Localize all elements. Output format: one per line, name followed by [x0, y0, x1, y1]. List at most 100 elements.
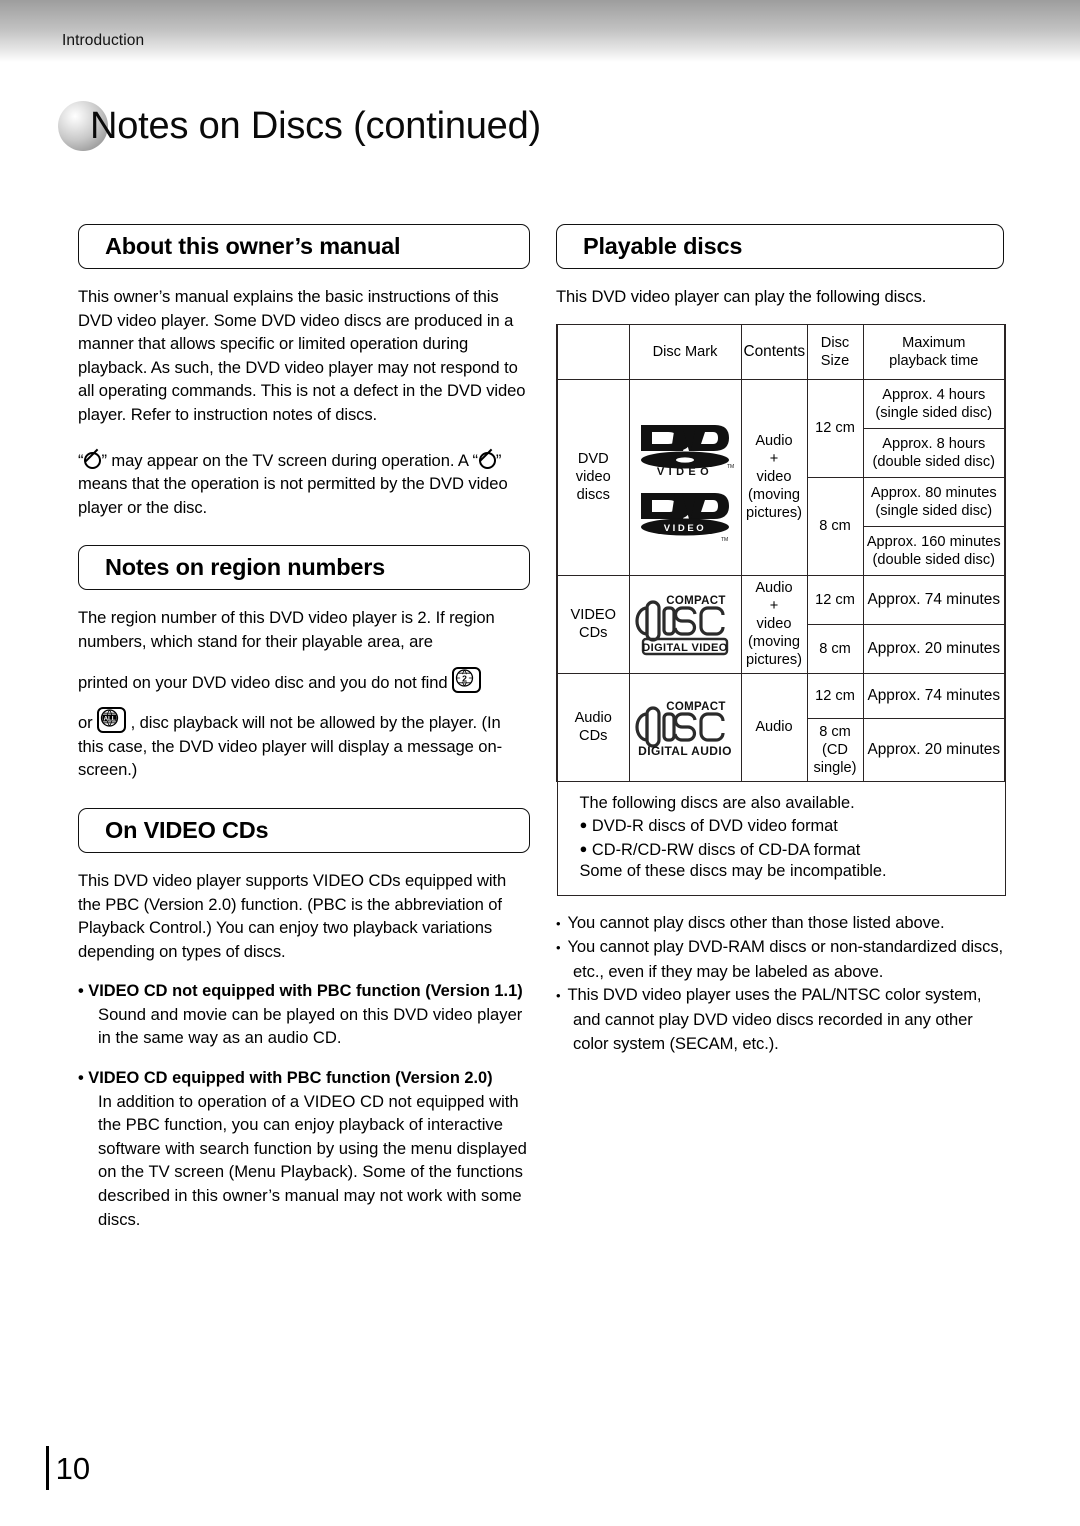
- disc-size-12cm: 12 cm: [806, 672, 864, 719]
- list-item: You cannot play DVD-RAM discs or non-sta…: [556, 935, 1004, 983]
- region-numbers-text-c-block: or ALL , disc playback will not be allow…: [78, 707, 530, 782]
- svg-text:2: 2: [462, 673, 467, 683]
- row-label-line1: Audio: [574, 710, 612, 727]
- time-line1: Approx. 160 minutes: [866, 533, 1001, 550]
- footer-note-line3-wrap: ● CD-R/CD-RW discs of CD-DA format: [580, 838, 1005, 862]
- table-row: VIDEO CDs COMPACT DIGITAL VIDEO Audio + …: [556, 574, 1006, 674]
- disc-size-12cm: 12 cm: [806, 378, 864, 478]
- contents-line1: Audio: [755, 580, 793, 597]
- list-item: You cannot play discs other than those l…: [556, 911, 1004, 936]
- region-numbers-text-b: printed on your DVD video disc and you d…: [78, 672, 448, 692]
- row-label-line2: video: [575, 469, 611, 486]
- running-header-label: Introduction: [62, 32, 145, 49]
- compact-disc-digital-audio-logo-icon: COMPACT DIGITAL AUDIO: [628, 672, 742, 782]
- playback-time-cell: Approx. 74 minutes: [862, 574, 1006, 625]
- svg-text:VIDEO: VIDEO: [664, 523, 707, 534]
- compact-disc-digital-video-logo-icon: COMPACT DIGITAL VIDEO: [628, 574, 742, 674]
- region-numbers-text-b-block: printed on your DVD video disc and you d…: [78, 666, 530, 695]
- size-line2: (CD: [822, 741, 848, 758]
- svg-text:TM: TM: [721, 537, 728, 541]
- svg-text:DIGITAL VIDEO: DIGITAL VIDEO: [642, 642, 728, 654]
- page-number: 10: [55, 1450, 91, 1486]
- table-header-max-time-line1: Maximum: [902, 334, 966, 351]
- footer-note-line3: CD-R/CD-RW discs of CD-DA format: [591, 840, 861, 859]
- playback-time-cell: Approx. 20 minutes: [862, 717, 1006, 782]
- table-header-disc-size: Disc Size: [806, 323, 864, 380]
- table-footer-note: The following discs are also available. …: [556, 780, 1006, 896]
- region-all-icon: ALL: [97, 707, 127, 734]
- playback-time-cell: Approx. 160 minutes (double sided disc): [862, 525, 1006, 576]
- table-header-max-time-line2: playback time: [889, 352, 979, 369]
- section-heading-region-numbers: Notes on region numbers: [78, 545, 530, 591]
- playback-time-cell: Approx. 4 hours (single sided disc): [862, 378, 1006, 429]
- contents-line1: Audio: [755, 433, 793, 450]
- time-line1: Approx. 80 minutes: [870, 484, 997, 501]
- table-header-disc-size-line1: Disc: [820, 334, 850, 351]
- time-line2: (double sided disc): [872, 551, 996, 568]
- svg-text:DIGITAL AUDIO: DIGITAL AUDIO: [638, 744, 732, 758]
- page-title: Notes on Discs (continued): [90, 104, 542, 147]
- time-line2: (single sided disc): [875, 404, 993, 421]
- row-label-audio-cds: Audio CDs: [556, 672, 630, 782]
- region-numbers-text-a: The region number of this DVD video play…: [78, 608, 495, 651]
- bullet-dot-icon: ●: [579, 840, 588, 856]
- playback-time-cell: Approx. 80 minutes (single sided disc): [862, 476, 1006, 527]
- row-label-line3: discs: [576, 487, 610, 504]
- time-line1: Approx. 8 hours: [882, 435, 986, 452]
- running-header-band: [0, 0, 1080, 62]
- video-cd-bullet-title-1: • VIDEO CD not equipped with PBC functio…: [78, 982, 523, 1001]
- dvd-video-logo-icon: VIDEO TM VIDEO TM: [628, 378, 742, 576]
- table-header-row: Disc Mark Contents Disc Size Maximum pla…: [556, 323, 1006, 380]
- contents-line2: +: [769, 598, 779, 615]
- svg-text:TM: TM: [727, 464, 734, 470]
- page-title-row: Notes on Discs (continued): [58, 95, 541, 157]
- contents-line5: pictures): [746, 505, 802, 522]
- svg-text:COMPACT: COMPACT: [666, 595, 725, 607]
- size-line3: single): [813, 759, 857, 776]
- prohibition-icon: [478, 451, 496, 469]
- row-label-video-cds: VIDEO CDs: [556, 574, 630, 674]
- page-number-rule: [46, 1446, 49, 1490]
- left-column: About this owner’s manual This owner’s m…: [78, 224, 530, 1231]
- section-heading-about-manual: About this owner’s manual: [78, 224, 530, 269]
- disc-size-8cm: 8 cm: [806, 623, 864, 674]
- about-manual-paragraph-2: “” may appear on the TV screen during op…: [78, 449, 530, 520]
- time-line1: Approx. 4 hours: [882, 386, 986, 403]
- page-number-block: 10: [46, 1446, 90, 1490]
- footer-note-line1: The following discs are also available.: [579, 793, 855, 812]
- svg-text:ALL: ALL: [104, 715, 116, 722]
- bullet-dot-icon: ●: [579, 817, 588, 833]
- svg-text:VIDEO: VIDEO: [657, 466, 713, 478]
- region-2-icon: 2: [452, 666, 482, 693]
- disc-size-8cm-cd-single: 8 cm (CD single): [806, 717, 864, 782]
- table-header-blank: [556, 323, 630, 380]
- time-line2: (double sided disc): [872, 453, 996, 470]
- playback-time-cell: Approx. 8 hours (double sided disc): [862, 427, 1006, 478]
- contents-line2: +: [769, 451, 779, 468]
- contents-line4: (moving: [748, 487, 800, 504]
- table-header-contents: Contents: [740, 323, 808, 380]
- row-label-dvd-video-discs: DVD video discs: [556, 378, 630, 576]
- table-footer-row: The following discs are also available. …: [556, 780, 1006, 896]
- disc-size-12cm: 12 cm: [806, 574, 864, 625]
- row-label-line1: VIDEO: [570, 607, 616, 624]
- row-label-line1: DVD: [577, 451, 609, 468]
- section-heading-playable-discs: Playable discs: [556, 224, 1004, 269]
- about-manual-paragraph-1: This owner’s manual explains the basic i…: [78, 287, 526, 424]
- right-column: Playable discs This DVD video player can…: [556, 224, 1006, 1056]
- playable-discs-table: Disc Mark Contents Disc Size Maximum pla…: [556, 323, 1006, 896]
- contents-line4: (moving: [748, 634, 800, 651]
- row-contents-audio-cd: Audio: [740, 672, 808, 782]
- video-cd-bullet-body-1: Sound and movie can be played on this DV…: [98, 1004, 523, 1048]
- footer-note-line4: Some of these discs may be incompatible.: [579, 862, 887, 881]
- playable-discs-intro: This DVD video player can play the follo…: [556, 287, 927, 306]
- region-numbers-text-c: or: [78, 713, 93, 733]
- tail-bullet-list: You cannot play discs other than those l…: [556, 911, 1004, 1056]
- table-header-disc-mark: Disc Mark: [628, 323, 742, 380]
- section-heading-on-video-cds: On VIDEO CDs: [78, 807, 530, 853]
- size-line1: 8 cm: [819, 723, 851, 740]
- table-row: Audio CDs COMPACT DIGITAL AUDIO Audio 12…: [556, 672, 1006, 782]
- table-header-max-time: Maximum playback time: [862, 323, 1006, 380]
- region-numbers-text-d: , disc playback will not be allowed by t…: [78, 713, 502, 780]
- table-header-disc-size-line2: Size: [820, 352, 850, 369]
